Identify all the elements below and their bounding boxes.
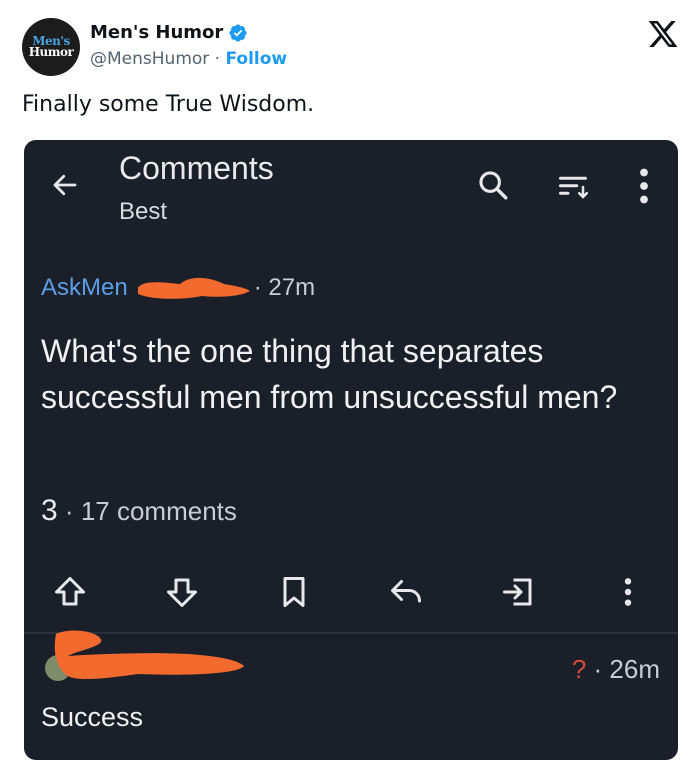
upvote-icon[interactable]: [52, 574, 88, 610]
subreddit-link[interactable]: AskMen: [41, 274, 128, 302]
more-vertical-icon[interactable]: [638, 168, 650, 204]
avatar-logo-line2: Humor: [28, 45, 74, 59]
action-more-icon[interactable]: [612, 574, 644, 610]
comment-meta-separator: ·: [593, 654, 603, 684]
counts-separator: ·: [64, 496, 74, 526]
separator-dot: ·: [214, 49, 221, 69]
handle-row: @MensHumor · Follow: [90, 49, 287, 69]
reply-icon[interactable]: [388, 574, 424, 610]
downvote-icon[interactable]: [164, 574, 200, 610]
comment-body[interactable]: Success: [41, 702, 143, 733]
action-bar: [24, 568, 678, 616]
post-time: · 27m: [253, 274, 316, 301]
follow-button[interactable]: Follow: [225, 49, 287, 69]
name-row: Men's Humor: [90, 22, 248, 43]
verified-badge-icon: [229, 23, 247, 42]
post-counts: 3 · 17 comments: [41, 494, 237, 528]
tweet-text: Finally some True Wisdom.: [22, 92, 315, 117]
search-icon[interactable]: [476, 168, 510, 202]
embedded-screenshot[interactable]: Comments Best AskMen · 27m What's the on…: [24, 140, 678, 760]
comment-time: 26m: [609, 654, 660, 684]
username-redaction: [137, 277, 250, 299]
x-logo-icon[interactable]: [646, 18, 680, 50]
display-name[interactable]: Men's Humor: [90, 22, 223, 43]
post-meta: AskMen · 27m: [41, 274, 315, 302]
sort-icon[interactable]: [558, 174, 588, 200]
comment-count[interactable]: 17 comments: [81, 496, 237, 526]
back-arrow-icon[interactable]: [50, 170, 80, 200]
save-bookmark-icon[interactable]: [276, 574, 312, 610]
comment-meta: ? · 26m: [572, 654, 660, 685]
tweet-header: Men's Humor Men's Humor @MensHumor · Fol…: [22, 16, 682, 78]
avatar[interactable]: Men's Humor: [22, 18, 80, 76]
sort-label[interactable]: Best: [119, 198, 167, 226]
comment-score: ?: [571, 654, 587, 684]
commenter-redaction: [45, 630, 245, 681]
post-title[interactable]: What's the one thing that separates succ…: [41, 328, 651, 420]
screen-title: Comments: [119, 150, 274, 186]
handle[interactable]: @MensHumor: [90, 49, 209, 69]
post-score: 3: [41, 494, 58, 527]
share-exit-icon[interactable]: [500, 574, 536, 610]
